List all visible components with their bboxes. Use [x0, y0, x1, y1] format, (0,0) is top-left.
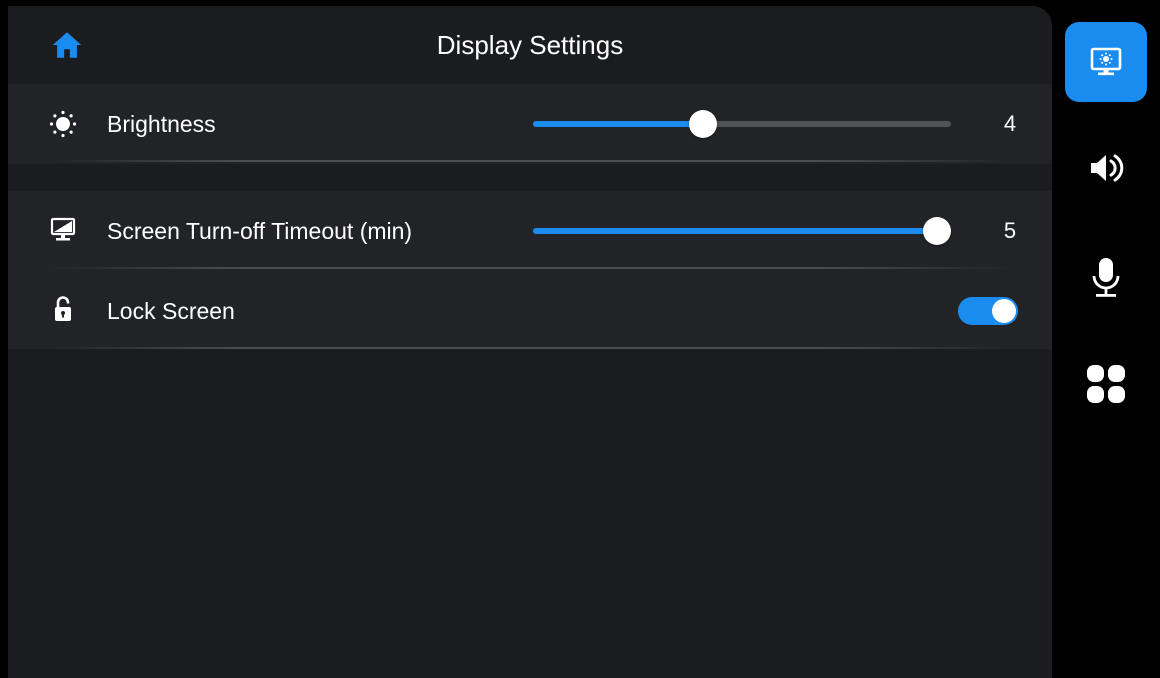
lock-screen-row: Lock Screen: [8, 271, 1052, 349]
brightness-slider[interactable]: [533, 108, 951, 138]
nav-microphone[interactable]: [1065, 238, 1147, 318]
nav-display[interactable]: [1065, 22, 1147, 102]
divider: [48, 267, 1012, 269]
divider: [48, 160, 1012, 162]
timeout-label: Screen Turn-off Timeout (min): [107, 218, 413, 244]
lock-screen-toggle[interactable]: [958, 297, 1018, 325]
nav-apps[interactable]: [1065, 344, 1147, 424]
speaker-icon: [1091, 154, 1124, 182]
side-nav: [1052, 0, 1160, 678]
screen-group: Screen Turn-off Timeout (min) 5 Lock Scr…: [8, 191, 1052, 349]
brightness-label: Brightness: [107, 111, 216, 137]
monitor-icon: [50, 217, 76, 241]
nav-sound[interactable]: [1065, 128, 1147, 208]
brightness-group: Brightness 4: [8, 84, 1052, 164]
lock-screen-label: Lock Screen: [107, 298, 235, 324]
main-panel: Display Settings Brightness 4 Screen Tur…: [8, 6, 1052, 678]
toggle-knob: [992, 299, 1016, 323]
screen: Display Settings Brightness 4 Screen Tur…: [0, 0, 1160, 678]
timeout-slider-fill: [533, 228, 937, 234]
timeout-value: 5: [1003, 218, 1017, 243]
divider: [48, 347, 1012, 349]
display-settings-icon: [1090, 47, 1122, 76]
unlock-icon: [55, 296, 71, 321]
brightness-slider-fill: [533, 121, 703, 127]
timeout-slider-thumb[interactable]: [923, 217, 951, 245]
header: Display Settings: [8, 6, 1052, 84]
sun-icon: [49, 110, 77, 138]
brightness-row: Brightness 4: [8, 84, 1052, 162]
page-title: Display Settings: [436, 30, 624, 60]
brightness-slider-thumb[interactable]: [689, 110, 717, 138]
microphone-icon: [1092, 258, 1120, 297]
brightness-value: 4: [1003, 111, 1017, 136]
timeout-slider[interactable]: [533, 215, 951, 245]
apps-grid-icon: [1087, 365, 1125, 403]
timeout-row: Screen Turn-off Timeout (min) 5: [8, 191, 1052, 269]
